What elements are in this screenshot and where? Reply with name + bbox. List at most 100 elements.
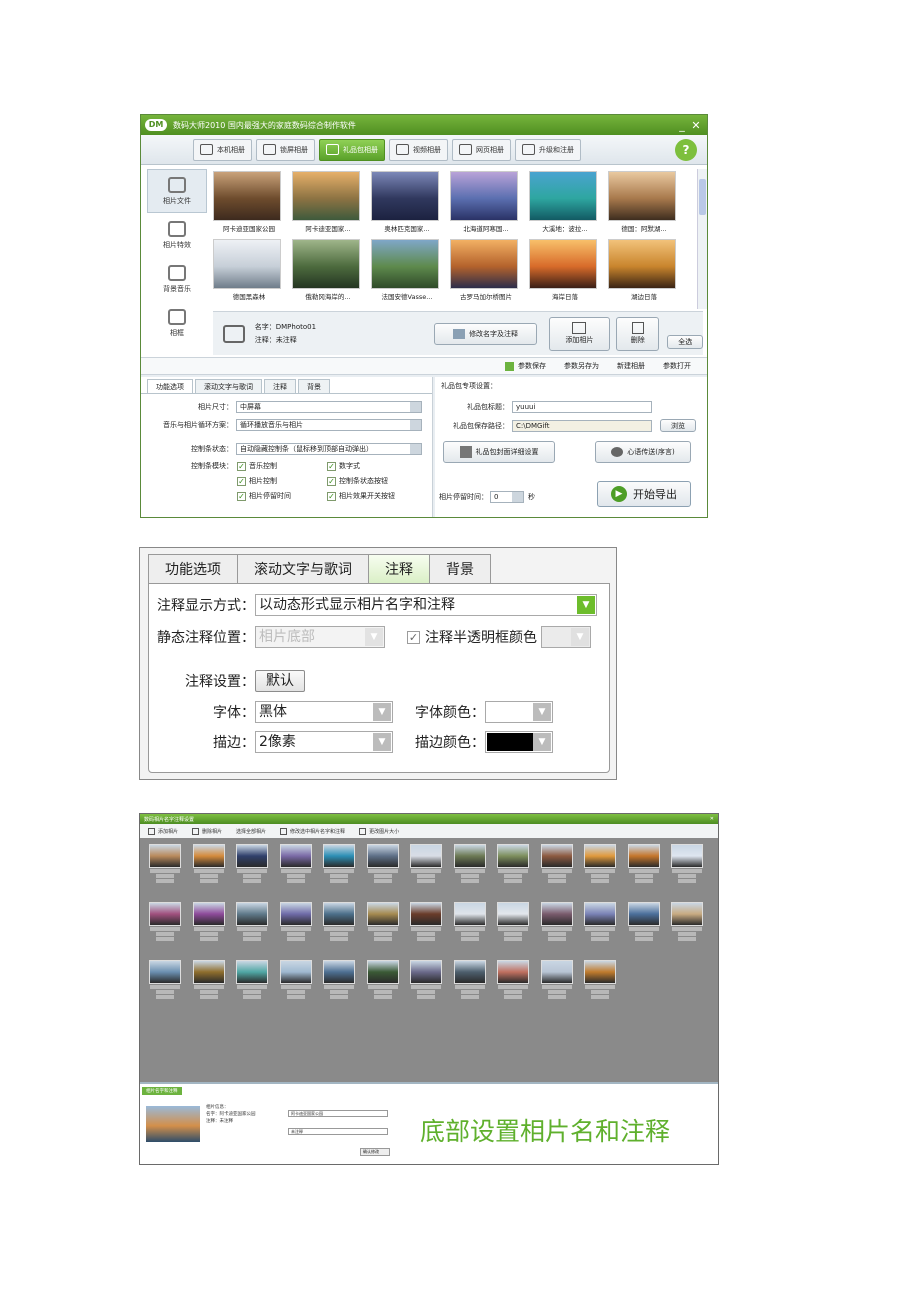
photo-thumbnail[interactable] <box>188 902 230 941</box>
photo-thumbnail[interactable]: 阿卡迪亚国家公园 <box>213 171 285 233</box>
nav-photo-effects[interactable]: 相片特效 <box>147 213 207 257</box>
photo-thumbnail[interactable]: 法国安德Vasse... <box>371 239 443 301</box>
name-input[interactable]: 阿卡迪亚国家公园 <box>288 1110 388 1117</box>
add-photo-button[interactable]: 添加相片 <box>548 316 611 351</box>
confirm-edit-button[interactable]: 确认修改 <box>360 1148 390 1156</box>
check-music-control[interactable]: ✓ 音乐控制 <box>237 461 327 471</box>
control-select[interactable]: 自动隐藏控制条（鼠标移到顶部自动弹出） <box>236 443 422 455</box>
photo-thumbnail[interactable]: 奥林匹克国家... <box>371 171 443 233</box>
tab-lockscreen-album[interactable]: 锁屏相册 <box>256 138 315 161</box>
photo-thumbnail[interactable] <box>449 844 491 883</box>
photo-thumbnail[interactable]: 德国：阿默湖... <box>608 171 680 233</box>
photo-thumbnail[interactable]: 德国黑森林 <box>213 239 285 301</box>
tab-background[interactable]: 背景 <box>298 379 330 393</box>
photo-thumbnail[interactable] <box>362 844 404 883</box>
add-photo-tool[interactable]: 添加相片 <box>148 827 178 835</box>
close-button[interactable]: ✕ <box>710 816 714 822</box>
edit-name-button[interactable]: 修改名字及注释 <box>434 322 537 345</box>
photo-thumbnail[interactable] <box>318 844 360 883</box>
stroke-color-select[interactable]: ▼ <box>485 731 553 753</box>
photo-thumbnail[interactable] <box>492 844 534 883</box>
photo-thumbnail[interactable] <box>405 960 447 999</box>
check-control-status[interactable]: ✓ 控制条状态按钮 <box>327 476 427 486</box>
checkbox[interactable]: ✓ <box>327 476 336 486</box>
minimize-button[interactable]: _ <box>675 119 689 132</box>
gift-title-input[interactable]: yuuui <box>512 401 652 413</box>
photo-thumbnail[interactable] <box>492 902 534 941</box>
note-input[interactable]: 未注释 <box>288 1128 388 1135</box>
box-color-select[interactable]: ▼ <box>541 626 591 648</box>
browse-button[interactable]: 浏览 <box>660 419 696 432</box>
photo-thumbnail[interactable] <box>318 902 360 941</box>
photo-thumbnail[interactable] <box>231 902 273 941</box>
photo-thumbnail[interactable] <box>275 960 317 999</box>
photo-thumbnail[interactable] <box>623 902 665 941</box>
tab-background[interactable]: 背景 <box>429 554 491 584</box>
check-digital[interactable]: ✓ 数字式 <box>327 461 427 471</box>
photo-thumbnail[interactable] <box>536 902 578 941</box>
tab-notes[interactable]: 注释 <box>264 379 296 393</box>
photo-thumbnail[interactable] <box>492 960 534 999</box>
wish-message-button[interactable]: 心语传送(序言) <box>595 441 691 463</box>
checkbox[interactable]: ✓ <box>237 491 246 501</box>
photo-thumbnail[interactable]: 大溪地：波拉... <box>529 171 601 233</box>
new-album-button[interactable]: 新建相册 <box>617 361 645 371</box>
tab-gift-album[interactable]: 礼品包相册 <box>319 138 385 161</box>
photo-thumbnail[interactable] <box>666 902 708 941</box>
photo-thumbnail[interactable] <box>362 960 404 999</box>
resize-tool[interactable]: 更改图片大小 <box>359 827 399 835</box>
tab-upgrade[interactable]: 升级和注册 <box>515 138 581 161</box>
cover-settings-button[interactable]: 礼品包封面详细设置 <box>443 441 555 463</box>
photo-thumbnail[interactable]: 北海道阿寒国... <box>450 171 522 233</box>
photo-thumbnail[interactable] <box>579 960 621 999</box>
photo-thumbnail[interactable]: 俄勒冈海岸的... <box>292 239 364 301</box>
font-select[interactable]: 黑体 ▼ <box>255 701 393 723</box>
photo-thumbnail[interactable] <box>144 902 186 941</box>
save-params-as-button[interactable]: 参数另存为 <box>564 361 599 371</box>
tab-scroll-lyrics[interactable]: 滚动文字与歌词 <box>195 379 262 393</box>
photo-thumbnail[interactable] <box>579 844 621 883</box>
save-params-button[interactable]: 参数保存 <box>505 361 546 371</box>
photo-thumbnail[interactable] <box>449 902 491 941</box>
nav-frame[interactable]: 相框 <box>147 301 207 345</box>
check-stay-time[interactable]: ✓ 相片停留时间 <box>237 491 327 501</box>
check-photo-control[interactable]: ✓ 相片控制 <box>237 476 327 486</box>
tab-scroll-lyrics[interactable]: 滚动文字与歌词 <box>237 554 369 584</box>
photo-thumbnail[interactable]: 阿卡迪亚国家... <box>292 171 364 233</box>
photo-thumbnail[interactable] <box>231 960 273 999</box>
open-params-button[interactable]: 参数打开 <box>663 361 691 371</box>
photo-thumbnail[interactable] <box>188 844 230 883</box>
photo-thumbnail[interactable] <box>579 902 621 941</box>
delete-photo-tool[interactable]: 删除相片 <box>192 827 222 835</box>
photo-thumbnail[interactable] <box>536 844 578 883</box>
photo-thumbnail[interactable]: 海岸日落 <box>529 239 601 301</box>
photo-thumbnail[interactable] <box>188 960 230 999</box>
photo-thumbnail[interactable]: 古罗马加尔桥图片 <box>450 239 522 301</box>
tab-function-options[interactable]: 功能选项 <box>148 554 238 584</box>
select-all-button[interactable]: 全选 <box>667 334 703 349</box>
photo-thumbnail[interactable] <box>362 902 404 941</box>
tab-video-album[interactable]: 视频相册 <box>389 138 448 161</box>
photo-thumbnail[interactable] <box>144 960 186 999</box>
static-position-select[interactable]: 相片底部 ▼ <box>255 626 385 648</box>
photo-thumbnail[interactable] <box>318 960 360 999</box>
photo-thumbnail[interactable]: 湖边日落 <box>608 239 680 301</box>
checkbox[interactable]: ✓ <box>327 461 336 471</box>
photo-thumbnail[interactable] <box>405 902 447 941</box>
stay-time-stepper[interactable]: 0 <box>490 491 524 503</box>
size-select[interactable]: 中屏幕 <box>236 401 422 413</box>
tab-local-album[interactable]: 本机相册 <box>193 138 252 161</box>
photo-thumbnail[interactable] <box>666 844 708 883</box>
font-color-select[interactable]: ▼ <box>485 701 553 723</box>
photo-scrollbar[interactable] <box>697 169 707 309</box>
close-button[interactable]: ✕ <box>689 119 703 132</box>
select-all-tool[interactable]: 选择全部相片 <box>236 828 266 835</box>
photo-thumbnail[interactable] <box>405 844 447 883</box>
photo-thumbnail[interactable] <box>275 902 317 941</box>
tab-notes[interactable]: 注释 <box>368 554 430 584</box>
edit-notes-tool[interactable]: 修改选中相片名字和注释 <box>280 827 345 835</box>
nav-bg-music[interactable]: 背景音乐 <box>147 257 207 301</box>
save-path-input[interactable]: C:\DMGift <box>512 419 652 432</box>
photo-thumbnail[interactable] <box>536 960 578 999</box>
delete-button[interactable]: 删除 <box>616 316 660 351</box>
